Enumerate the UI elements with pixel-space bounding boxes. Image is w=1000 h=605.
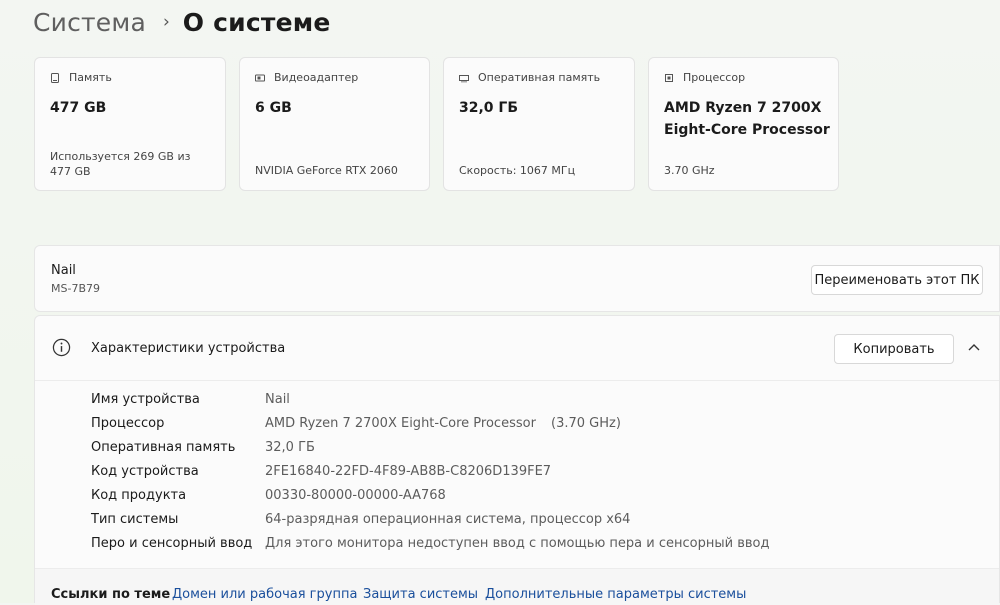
link-system-protection[interactable]: Защита системы bbox=[363, 587, 478, 602]
info-icon bbox=[52, 338, 71, 357]
spec-value: 64-разрядная операционная система, проце… bbox=[265, 512, 631, 527]
spec-value: 32,0 ГБ bbox=[265, 440, 315, 455]
card-value: 6 GB bbox=[255, 100, 292, 116]
spec-label: Перо и сенсорный ввод bbox=[91, 536, 253, 551]
spec-value: AMD Ryzen 7 2700X Eight-Core Processor bbox=[265, 416, 536, 431]
card-label: Процессор bbox=[683, 71, 746, 84]
spec-label: Оперативная память bbox=[91, 440, 236, 455]
spec-extra: (3.70 GHz) bbox=[551, 416, 621, 431]
card-sub: NVIDIA GeForce RTX 2060 bbox=[255, 164, 398, 177]
card-value: 32,0 ГБ bbox=[459, 100, 519, 116]
device-name: Nail bbox=[51, 263, 76, 278]
spec-label: Код устройства bbox=[91, 464, 199, 479]
related-links: Ссылки по теме Домен или рабочая группа … bbox=[35, 568, 999, 605]
device-specs-panel: Характеристики устройства Копировать Имя… bbox=[34, 315, 1000, 605]
card-sub: Используется 269 GB из 477 GB bbox=[50, 150, 191, 178]
spec-label: Тип системы bbox=[91, 512, 179, 527]
link-advanced-system-settings[interactable]: Дополнительные параметры системы bbox=[485, 587, 746, 602]
spec-label: Код продукта bbox=[91, 488, 187, 503]
card-storage: Память 477 GB Используется 269 GB из 477… bbox=[34, 57, 226, 191]
spec-value: 00330-80000-00000-AA768 bbox=[265, 488, 446, 503]
card-sub: Скорость: 1067 МГц bbox=[459, 164, 576, 177]
card-cpu: Процессор AMD Ryzen 7 2700X Eight-Core P… bbox=[648, 57, 839, 191]
device-specs-title: Характеристики устройства bbox=[91, 341, 286, 356]
spec-value: Nail bbox=[265, 392, 290, 407]
storage-icon bbox=[51, 72, 59, 83]
breadcrumb-separator: › bbox=[162, 12, 170, 32]
spec-label: Имя устройства bbox=[91, 392, 200, 407]
link-domain-workgroup[interactable]: Домен или рабочая группа bbox=[172, 587, 357, 602]
spec-label: Процессор bbox=[91, 416, 165, 431]
spec-value: 2FE16840-22FD-4F89-AB8B-C8206D139FE7 bbox=[265, 464, 552, 479]
card-ram: Оперативная память 32,0 ГБ Скорость: 106… bbox=[443, 57, 635, 191]
card-gpu: Видеоадаптер 6 GB NVIDIA GeForce RTX 206… bbox=[239, 57, 430, 191]
card-value: AMD Ryzen 7 2700X Eight-Core Processor bbox=[664, 100, 830, 138]
spec-value: Для этого монитора недоступен ввод с пом… bbox=[265, 536, 770, 551]
card-label: Видеоадаптер bbox=[274, 71, 359, 84]
related-links-title: Ссылки по теме bbox=[51, 587, 171, 602]
chevron-up-icon[interactable] bbox=[967, 342, 981, 352]
copy-button[interactable]: Копировать bbox=[834, 334, 954, 364]
card-label: Оперативная память bbox=[478, 71, 601, 84]
page-title: О системе bbox=[182, 7, 331, 37]
device-model: MS-7B79 bbox=[51, 282, 100, 295]
gpu-icon bbox=[255, 74, 265, 81]
device-name-row: Nail MS-7B79 Переименовать этот ПК bbox=[34, 245, 1000, 312]
breadcrumb-parent-link[interactable]: Система bbox=[33, 8, 146, 37]
breadcrumb: Система › О системе bbox=[33, 4, 331, 40]
card-label: Память bbox=[69, 71, 112, 84]
card-value: 477 GB bbox=[50, 100, 107, 116]
ram-icon bbox=[459, 74, 469, 82]
device-specs-header[interactable]: Характеристики устройства Копировать bbox=[35, 316, 999, 381]
cpu-icon bbox=[665, 73, 673, 82]
card-sub: 3.70 GHz bbox=[664, 164, 715, 177]
rename-pc-button[interactable]: Переименовать этот ПК bbox=[811, 265, 983, 295]
